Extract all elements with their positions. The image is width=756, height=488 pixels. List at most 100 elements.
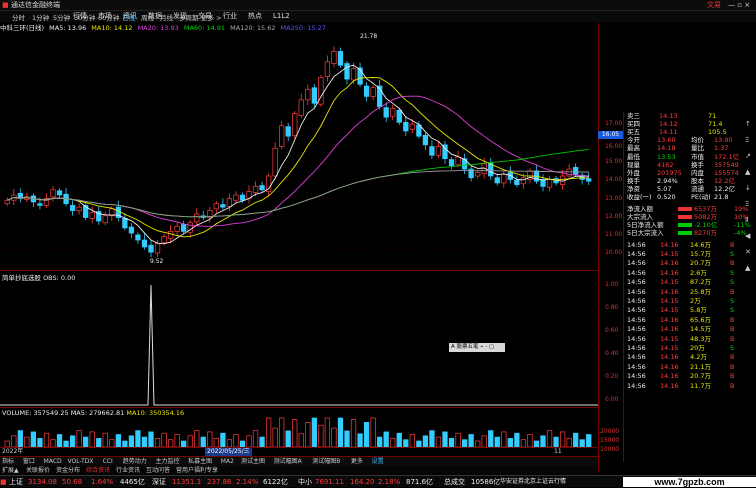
window-controls[interactable]: — ▫ × [728,0,750,11]
tick-row: 14:56 14.15 5.8万 S [627,306,735,315]
indicator-tab[interactable]: 指标 [2,457,14,466]
total-volume-label: 总成交 [444,478,465,486]
extension-tab[interactable]: 互动问答 [146,466,170,475]
extension-tab[interactable]: 综合资讯 [86,466,110,475]
price-chart[interactable] [0,33,598,270]
date-cursor: 2022/05/25/三 [205,448,252,456]
candle-body [128,226,135,234]
volume-bar [363,422,370,447]
period-multi[interactable]: 多周期 [179,13,199,23]
price-tick: 15.00 [605,158,623,165]
volume-chart[interactable] [0,417,598,447]
indicator-tab[interactable]: 更多 [351,457,363,466]
indicator-tab[interactable]: VOL-TDX [68,457,94,466]
volume-bar [559,431,566,447]
side-tool-icon[interactable]: ▲ [745,168,750,176]
tick-row: 14:56 14.16 65.6万 B [627,315,735,324]
side-tool-icon[interactable]: Ξ [745,200,749,208]
index-change-sh: 50.68 [62,478,83,486]
volume-label: VOLUME: 357549.25 [2,409,69,417]
indicator-tab[interactable]: 测试幅图B [312,457,340,466]
volume-ma10: MA10: 350354.16 [126,409,185,417]
indicator-chart[interactable] [0,280,598,406]
candle-body [422,134,429,146]
index-value-zx: 7691.11 [315,478,344,486]
indicator-tab[interactable]: 测试幅图A [274,457,302,466]
index-pct-zx: 2.18% [378,478,401,486]
price-tick: 17.00 [605,120,623,127]
period-30min[interactable]: 30分钟 [74,13,95,23]
current-price-tag: 16.05 [598,131,623,139]
side-tool-icon[interactable]: ✕ [745,248,751,256]
candle-body [455,156,461,166]
chart-header: 中科三环(日线) MA5: 13.96 MA10: 14.12 MA20: 13… [0,23,590,33]
title-bar: ■ 通达信金融终端 文易 — ▫ × [0,0,756,11]
period-60min[interactable]: 60分钟 [98,13,119,23]
index-name-sz[interactable]: 深证 [152,476,166,488]
candle-body [122,218,128,229]
quote-row: 换手 2.94% 股本 12.2亿 [627,176,735,185]
index-name-zx[interactable]: 中小 [298,476,312,488]
volume-bar [11,435,17,447]
period-1min[interactable]: 1分钟 [32,13,49,23]
period-weekly[interactable]: 周线 [141,13,154,23]
side-tool-icon[interactable]: ▲ [745,264,750,272]
indicator-tab[interactable]: MACD [44,457,62,466]
ma10-label: MA10: 14.12 [91,24,133,32]
index-flag-icon: ■ [0,478,7,486]
side-tool-icon[interactable]: ↓ [745,184,751,192]
indicator-tab[interactable]: 私募主图 [188,457,212,466]
side-tool-icon[interactable]: ↗ [745,152,751,160]
candle-body [226,198,233,207]
extension-tab[interactable]: 扩展▲ [2,466,19,475]
indicator-tab[interactable]: 趋势动力 [123,457,147,466]
period-fenshi[interactable]: 分时 [12,13,25,23]
indicator-tabs: 指标 窗口 MACD VOL-TDX CCI 趋势动力 主力监控 私募主图 MA2 测试主图 测试幅… [0,456,598,466]
candle-body [174,225,180,232]
extension-tab[interactable]: 营用户福利专享 [176,466,218,475]
indicator-tab[interactable]: 测试主图 [241,457,265,466]
indicator-tab[interactable]: 设置 [372,457,384,466]
volume-bar [167,439,174,447]
title-right-label[interactable]: 文易 [707,0,721,11]
indicator-tab[interactable]: 窗口 [23,457,35,466]
stock-popup[interactable]: A 股票五笔 ⌁ - ▢ [449,343,505,352]
candle-body [514,179,520,186]
extension-tab[interactable]: 关联报价 [26,466,50,475]
volume-bar [455,432,461,447]
ma5-label: MA5: 13.96 [49,24,87,32]
quote-row: 最高 14.18 量比 1.37 [627,144,729,153]
side-tool-icon[interactable]: Ξ [745,136,749,144]
index-pct-sz: 2.14% [236,478,259,486]
indicator-tab[interactable]: CCI [103,457,113,466]
volume-bar [109,439,115,447]
period-monthly[interactable]: 月线 [160,13,173,23]
volume-bar [468,434,474,447]
indicator-tab[interactable]: MA2 [221,457,234,466]
candle-body [461,158,468,170]
tick-row: 14:56 14.16 20.7万 B [627,259,735,268]
quote-row: 今开 13.60 均价 13.90 [627,136,733,145]
volume-bar [37,438,43,447]
volume-bar [259,436,265,447]
volume-bar [83,436,89,447]
candle-body [252,186,259,193]
flow-row: 净流入额 6537万 19% [627,205,749,214]
indicator-tick: 0.00 [605,396,619,403]
period-daily[interactable]: 日线 [122,13,135,23]
volume-bar [154,438,161,447]
period-5min[interactable]: 5分钟 [53,13,70,23]
side-tool-icon[interactable]: Ⅱ [745,216,748,224]
extension-tab[interactable]: 资金分布 [56,466,80,475]
news-ticker[interactable]: 华安证券北京上证云行情 [500,476,566,488]
candle-body [350,68,357,81]
extension-tab[interactable]: 行业资讯 [116,466,140,475]
tick-row: 14:56 14.15 87.2万 S [627,278,735,287]
side-tool-icon[interactable]: ◀ [745,232,750,240]
indicator-tab[interactable]: 主力监控 [155,457,179,466]
candle-body [409,123,415,130]
index-name-sh[interactable]: 上证 [9,476,23,488]
period-more[interactable]: 更多 > [201,13,222,23]
candle-body [383,107,389,118]
side-tool-icon[interactable]: ↑ [745,120,751,128]
